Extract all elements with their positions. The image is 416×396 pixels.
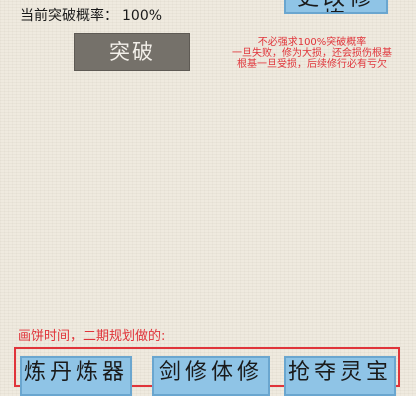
breakthrough-rate-value: 100% [122,8,163,24]
future-item-seize-treasure[interactable]: 抢夺灵宝 [284,356,396,396]
future-plan-label: 画饼时间，二期规划做的: [18,329,166,344]
warning-line-3: 根基一旦受损，后续修行必有亏欠 [237,59,387,70]
change-cultivation-button[interactable]: 更改修炼 [284,0,388,14]
breakthrough-rate: 当前突破概率： 100% [20,5,162,25]
warning-line-1: 不必强求100%突破概率 [257,37,367,48]
breakthrough-warning: 不必强求100%突破概率 一旦失败，修为大损，还会损伤根基 根基一旦受损，后续修… [212,37,412,70]
future-item-sword-body-cultivation[interactable]: 剑修体修 [152,356,270,396]
breakthrough-button[interactable]: 突破 [74,33,190,71]
breakthrough-rate-label: 当前突破概率： [20,8,118,24]
future-plan-box: 炼丹炼器 剑修体修 抢夺灵宝 [14,347,400,396]
future-item-alchemy-forging[interactable]: 炼丹炼器 [20,356,132,396]
warning-line-2: 一旦失败，修为大损，还会损伤根基 [232,48,392,59]
